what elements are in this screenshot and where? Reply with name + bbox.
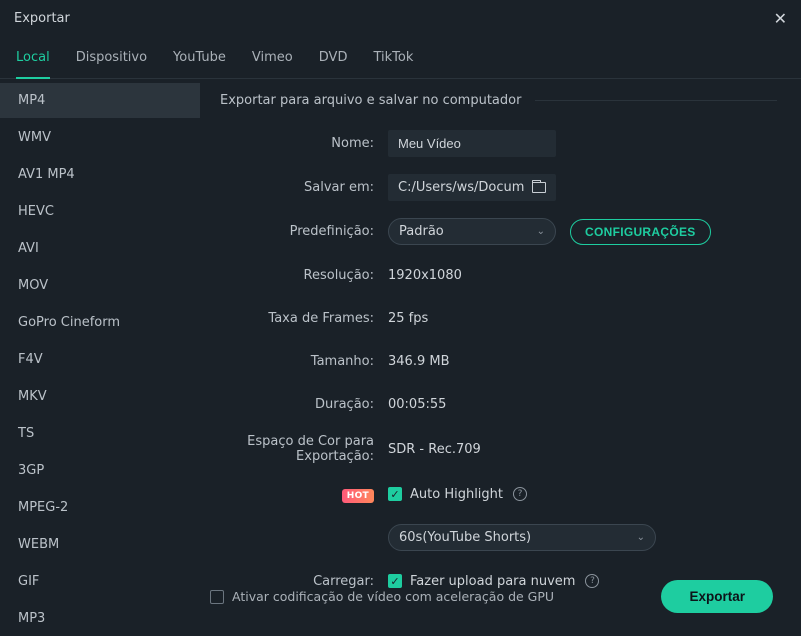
format-gopro[interactable]: GoPro Cineform — [0, 305, 200, 340]
highlight-preset-value: 60s(YouTube Shorts) — [399, 530, 531, 545]
format-3gp[interactable]: 3GP — [0, 453, 200, 488]
footer: Ativar codificação de vídeo com aceleraç… — [0, 562, 801, 635]
format-mkv[interactable]: MKV — [0, 379, 200, 414]
label-saveto: Salvar em: — [200, 180, 388, 195]
window-title: Exportar — [14, 11, 70, 26]
folder-icon[interactable] — [532, 182, 546, 193]
divider — [535, 100, 777, 101]
tab-dvd[interactable]: DVD — [319, 50, 348, 78]
label-duration: Duração: — [200, 397, 388, 412]
tab-tiktok[interactable]: TikTok — [373, 50, 413, 78]
chevron-down-icon: ⌄ — [537, 226, 545, 237]
save-path-text: C:/Users/ws/Docum — [398, 180, 524, 195]
format-ts[interactable]: TS — [0, 416, 200, 451]
format-av1mp4[interactable]: AV1 MP4 — [0, 157, 200, 192]
preset-value: Padrão — [399, 224, 444, 239]
settings-panel: Exportar para arquivo e salvar no comput… — [200, 79, 801, 579]
resolution-value: 1920x1080 — [388, 268, 462, 283]
save-path-field[interactable]: C:/Users/ws/Docum — [388, 174, 556, 201]
gpu-label: Ativar codificação de vídeo com aceleraç… — [232, 589, 554, 604]
auto-highlight-label: Auto Highlight — [410, 487, 503, 502]
close-icon[interactable]: ✕ — [774, 9, 787, 28]
framerate-value: 25 fps — [388, 311, 428, 326]
format-mpeg2[interactable]: MPEG-2 — [0, 490, 200, 525]
label-resolution: Resolução: — [200, 268, 388, 283]
label-framerate: Taxa de Frames: — [200, 311, 388, 326]
size-value: 346.9 MB — [388, 354, 449, 369]
gpu-checkbox[interactable] — [210, 590, 224, 604]
tab-youtube[interactable]: YouTube — [173, 50, 226, 78]
label-size: Tamanho: — [200, 354, 388, 369]
help-icon[interactable]: ? — [513, 487, 527, 501]
label-name: Nome: — [200, 136, 388, 151]
section-header: Exportar para arquivo e salvar no comput… — [200, 93, 777, 108]
hot-badge: HOT — [342, 489, 374, 503]
label-colorspace: Espaço de Cor para Exportação: — [200, 434, 388, 464]
name-input[interactable] — [388, 130, 556, 157]
format-avi[interactable]: AVI — [0, 231, 200, 266]
colorspace-value: SDR - Rec.709 — [388, 442, 481, 457]
export-button[interactable]: Exportar — [661, 580, 773, 613]
hot-badge-cell: HOT — [200, 487, 388, 502]
gpu-accel-option[interactable]: Ativar codificação de vídeo com aceleraç… — [210, 589, 554, 604]
tab-bar: Local Dispositivo YouTube Vimeo DVD TikT… — [0, 36, 801, 79]
format-f4v[interactable]: F4V — [0, 342, 200, 377]
tab-dispositivo[interactable]: Dispositivo — [76, 50, 147, 78]
format-webm[interactable]: WEBM — [0, 527, 200, 562]
settings-button[interactable]: CONFIGURAÇÕES — [570, 219, 711, 245]
tab-vimeo[interactable]: Vimeo — [252, 50, 293, 78]
highlight-preset-dropdown[interactable]: 60s(YouTube Shorts) ⌄ — [388, 524, 656, 551]
preset-dropdown[interactable]: Padrão ⌄ — [388, 218, 556, 245]
label-preset: Predefinição: — [200, 224, 388, 239]
auto-highlight-checkbox[interactable] — [388, 487, 402, 501]
section-title-text: Exportar para arquivo e salvar no comput… — [220, 93, 521, 108]
format-mov[interactable]: MOV — [0, 268, 200, 303]
format-wmv[interactable]: WMV — [0, 120, 200, 155]
tab-local[interactable]: Local — [16, 50, 50, 79]
format-mp4[interactable]: MP4 — [0, 83, 200, 118]
format-hevc[interactable]: HEVC — [0, 194, 200, 229]
duration-value: 00:05:55 — [388, 397, 446, 412]
chevron-down-icon: ⌄ — [637, 532, 645, 543]
format-sidebar: MP4 WMV AV1 MP4 HEVC AVI MOV GoPro Cinef… — [0, 79, 200, 579]
titlebar: Exportar ✕ — [0, 0, 801, 36]
